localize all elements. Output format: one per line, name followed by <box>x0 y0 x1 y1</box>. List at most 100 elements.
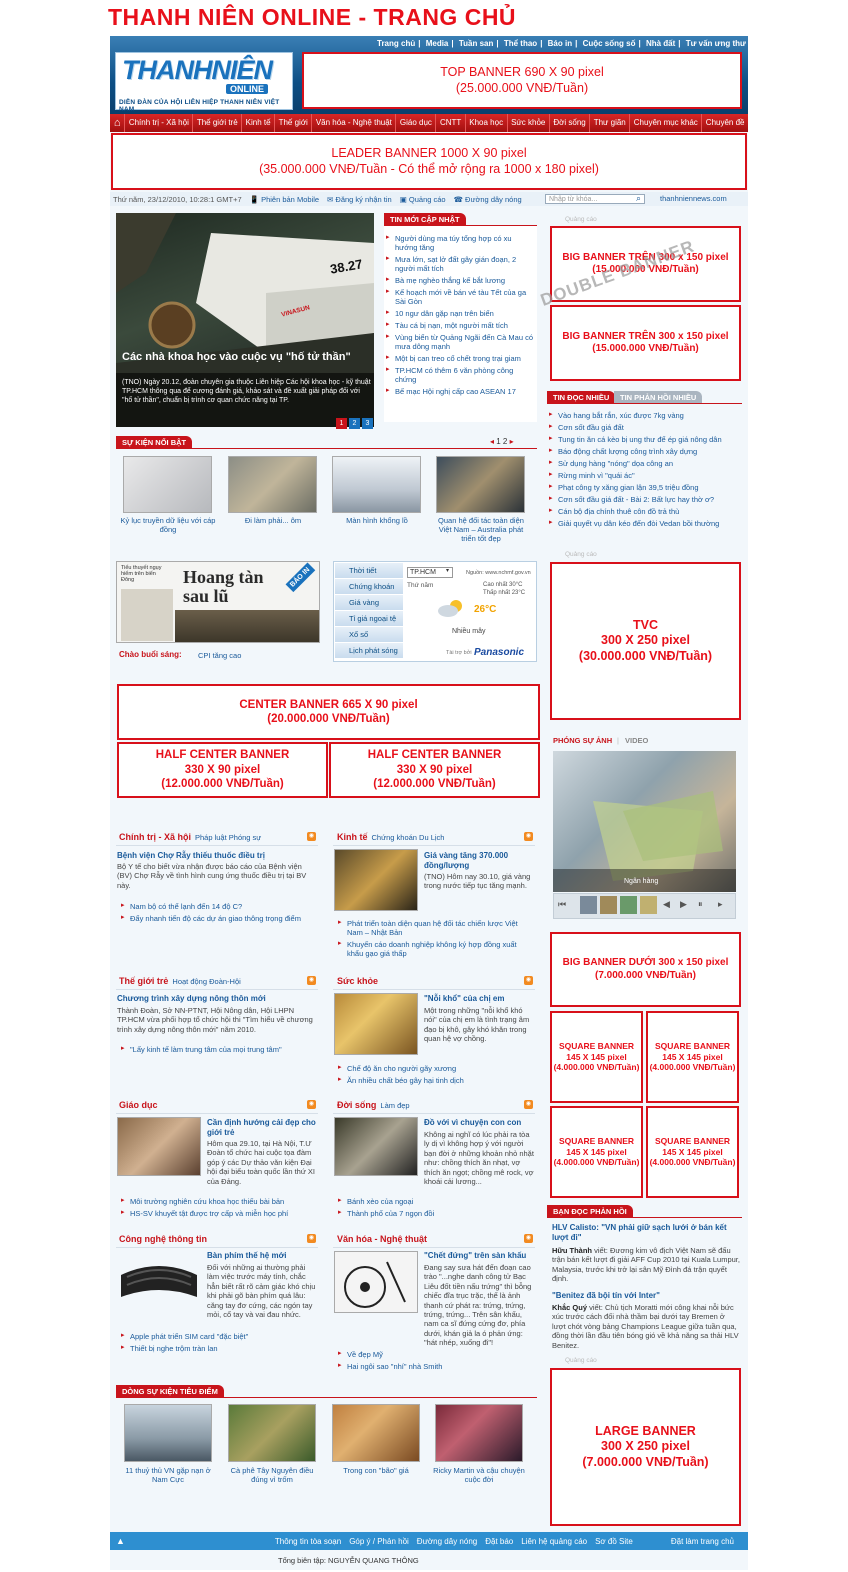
focus-thumb[interactable] <box>228 1404 316 1462</box>
focus-caption[interactable]: Cà phê Tây Nguyên điều đúng vì trốm <box>225 1466 319 1484</box>
focus-thumb[interactable] <box>124 1404 212 1462</box>
square-banner-4[interactable]: SQUARE BANNER 145 X 145 pixel (4.000.000… <box>646 1106 739 1198</box>
section-headline[interactable]: Bệnh viện Chợ Rẫy thiếu thuốc điều trị <box>117 851 317 861</box>
half-center-banner-left[interactable]: HALF CENTER BANNER 330 X 90 pixel (12.00… <box>117 742 328 798</box>
list-item[interactable]: HS-SV khuyết tật được trợ cấp và miễn họ… <box>121 1209 321 1218</box>
section-subs[interactable]: Pháp luật Phóng sự <box>195 833 261 842</box>
feedback-question[interactable]: "Benitez đã bội tín với Inter" <box>552 1291 740 1301</box>
top-nav-item[interactable]: Thể thao <box>501 39 540 48</box>
subscribe-link[interactable]: ✉ Đăng ký nhận tin <box>327 195 392 204</box>
top-nav-item[interactable]: Tuần san <box>456 39 497 48</box>
event-thumb[interactable] <box>123 456 212 513</box>
list-item[interactable]: Bánh xèo của ngoại <box>338 1197 533 1206</box>
list-item[interactable]: Vùng biển từ Quảng Ngãi đến Cà Mau có mư… <box>386 333 536 351</box>
footer-link[interactable]: Góp ý / Phản hồi <box>349 1537 409 1546</box>
square-banner-2[interactable]: SQUARE BANNER 145 X 145 pixel (4.000.000… <box>646 1011 739 1103</box>
list-item[interactable]: Khuyến cáo doanh nghiệp không ký hợp đồn… <box>338 940 533 958</box>
section-headline[interactable]: Bàn phím thế hệ mới <box>207 1251 319 1261</box>
main-nav-item[interactable]: Giáo dục <box>396 114 437 132</box>
main-nav-item[interactable]: Khoa học <box>466 114 508 132</box>
main-nav-item[interactable]: Đời sống <box>550 114 591 132</box>
feedback-question[interactable]: HLV Calisto: "VN phải giữ sạch lưới ở bá… <box>552 1223 740 1242</box>
thanhniennews-link[interactable]: thanhniennews.com <box>660 194 727 203</box>
event-thumb[interactable] <box>332 456 421 513</box>
rss-icon[interactable]: ◉ <box>524 976 533 985</box>
hero-page[interactable]: 3 <box>362 418 373 429</box>
focus-caption[interactable]: Ricky Martin và cậu chuyện cuộc đời <box>432 1466 526 1484</box>
top-nav-item[interactable]: Cuộc sống số <box>580 39 639 48</box>
section-thumb[interactable] <box>117 1117 201 1176</box>
list-item[interactable]: Nam bộ có thể lạnh đến 14 độ C? <box>121 902 321 911</box>
search-icon[interactable]: ⌕ <box>636 193 641 204</box>
section-tech-title[interactable]: Công nghệ thông tin <box>119 1234 207 1244</box>
leader-banner[interactable]: LEADER BANNER 1000 X 90 pixel (35.000.00… <box>111 133 747 190</box>
prev-icon[interactable]: ◂ <box>490 437 494 446</box>
events-pager[interactable]: ◂ 1 2 ▸ <box>490 437 514 446</box>
focus-thumb[interactable] <box>332 1404 420 1462</box>
section-thumb[interactable] <box>334 993 418 1055</box>
section-headline[interactable]: "Chết đứng" trên sàn khấu <box>424 1251 536 1261</box>
main-nav-item[interactable]: Thế giới <box>275 114 313 132</box>
section-thumb[interactable] <box>334 1251 418 1313</box>
keyboard-image[interactable] <box>117 1253 201 1307</box>
hero-page[interactable]: 1 <box>336 418 347 429</box>
section-headline[interactable]: Cần định hướng cải đẹp cho giới trẻ <box>207 1118 319 1137</box>
next-icon[interactable]: ▸ <box>510 437 514 446</box>
footer-link[interactable]: Thông tin tòa soạn <box>275 1537 341 1546</box>
section-thumb[interactable] <box>334 849 418 911</box>
list-item[interactable]: "Lấy kinh tế làm trung tâm của mọi trung… <box>121 1045 321 1054</box>
utility-item[interactable]: Chứng khoán <box>335 579 403 594</box>
skip-back-icon[interactable]: ⏮ <box>558 899 566 910</box>
list-item[interactable]: Phát triển toàn diện quan hệ đối tác chi… <box>338 919 533 937</box>
top-nav-item[interactable]: Báo in <box>545 39 575 48</box>
photo-main[interactable]: Ngân hàng <box>553 751 736 892</box>
list-item[interactable]: Môi trường nghiên cứu khoa học thiếu bài… <box>121 1197 321 1206</box>
home-icon[interactable]: ⌂ <box>110 114 126 132</box>
list-item[interactable]: Kế hoạch mới về bán vé tàu Tết của ga Sà… <box>386 288 536 306</box>
photo-strip-thumb[interactable] <box>620 896 637 914</box>
section-thumb[interactable] <box>334 1117 418 1176</box>
list-item[interactable]: Rừng minh vì "quái ác" <box>549 471 744 480</box>
footer-link[interactable]: Sơ đồ Site <box>595 1537 633 1546</box>
section-headline[interactable]: Giá vàng tăng 370.000 đồng/lượng <box>424 851 536 870</box>
list-item[interactable]: Thành phố của 7 ngọn đồi <box>338 1209 533 1218</box>
photo-strip-thumb[interactable] <box>640 896 657 914</box>
list-item[interactable]: Đẩy nhanh tiến độ các dự án giao thông t… <box>121 914 321 923</box>
rss-icon[interactable]: ◉ <box>524 832 533 841</box>
section-subs[interactable]: Hoạt động Đoàn-Hội <box>172 977 240 986</box>
top-nav-item[interactable]: Nhà đất <box>643 39 678 48</box>
list-item[interactable]: Mưa lớn, sạt lở đất gây gián đoạn, 2 ngư… <box>386 255 536 273</box>
section-subs[interactable]: Làm đẹp <box>380 1101 409 1110</box>
event-caption[interactable]: Đi làm phải... ôm <box>225 516 321 525</box>
list-item[interactable]: Bà mẹ nghèo thắng kế bắt lương <box>386 276 536 285</box>
utility-item[interactable]: Xổ số <box>335 627 403 642</box>
rss-icon[interactable]: ◉ <box>307 832 316 841</box>
greeting-link[interactable]: CPI tăng cao <box>198 651 241 660</box>
section-headline[interactable]: Đồ với vì chuyện con con <box>424 1118 536 1128</box>
rss-icon[interactable]: ◉ <box>524 1100 533 1109</box>
photo-report-tab[interactable]: PHÓNG SỰ ẢNH <box>553 736 612 745</box>
utility-item[interactable]: Thời tiết <box>335 563 403 578</box>
set-homepage-link[interactable]: Đặt làm trang chủ <box>671 1537 734 1546</box>
focus-thumb[interactable] <box>435 1404 523 1462</box>
list-item[interactable]: Ăn nhiều chất béo gây hại tinh dịch <box>338 1076 533 1085</box>
big-banner-top-2[interactable]: BIG BANNER TRÊN 300 x 150 pixel (15.000.… <box>550 305 741 381</box>
play-icon[interactable]: ▶ <box>680 899 687 910</box>
list-item[interactable]: Sử dụng hàng "nóng" dọa công an <box>549 459 744 468</box>
main-nav-item[interactable]: Chính trị - Xã hội <box>125 114 194 132</box>
list-item[interactable]: Thiết bị nghe trộm tràn lan <box>121 1344 321 1353</box>
list-item[interactable]: Tàu cá bị nạn, một người mất tích <box>386 321 536 330</box>
next-icon[interactable]: ▸ <box>718 899 723 910</box>
event-thumb[interactable] <box>228 456 317 513</box>
photo-strip-thumb[interactable] <box>600 896 617 914</box>
list-item[interactable]: Giải quyết vụ dân kéo đến đòi Vedan bồi … <box>549 519 744 528</box>
list-item[interactable]: Phạt công ty xăng gian lận 39,5 triệu đồ… <box>549 483 744 492</box>
section-health-title[interactable]: Sức khỏe <box>337 976 378 986</box>
section-economy-title[interactable]: Kinh tế Chứng khoán Du Lịch <box>337 832 444 842</box>
list-item[interactable]: Một bị can treo cổ chết trong trại giam <box>386 354 536 363</box>
utility-item[interactable]: Tỉ giá ngoại tệ <box>335 611 403 626</box>
section-subs[interactable]: Chứng khoán Du Lịch <box>372 833 445 842</box>
rss-icon[interactable]: ◉ <box>307 976 316 985</box>
main-nav-item[interactable]: Sức khỏe <box>508 114 550 132</box>
rss-icon[interactable]: ◉ <box>307 1100 316 1109</box>
